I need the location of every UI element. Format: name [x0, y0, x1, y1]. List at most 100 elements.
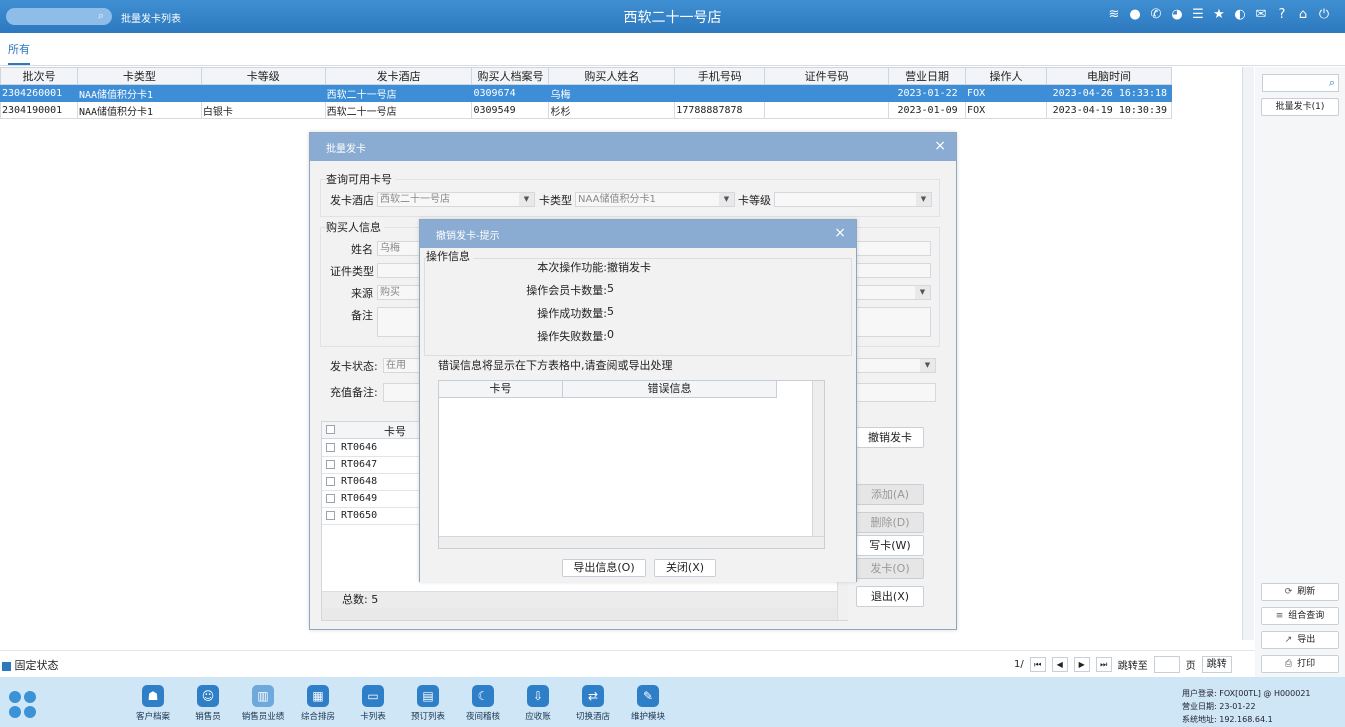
- exit-button[interactable]: 退出(X): [856, 586, 924, 607]
- dock-switch-hotel[interactable]: ⇄ 切换酒店: [565, 685, 621, 722]
- wifi-icon[interactable]: ≋: [1107, 7, 1121, 23]
- checkbox[interactable]: [326, 510, 335, 520]
- checkbox[interactable]: [2, 661, 11, 671]
- col-card-no[interactable]: 卡号: [439, 381, 563, 397]
- chat-icon[interactable]: ●: [1128, 7, 1142, 23]
- next-page-icon[interactable]: ▶: [1073, 657, 1090, 672]
- power-icon[interactable]: ⏻: [1317, 7, 1331, 23]
- export-info-button[interactable]: 导出信息(O): [562, 559, 646, 577]
- close-icon[interactable]: ×: [834, 225, 846, 241]
- close-button[interactable]: 关闭(X): [654, 559, 716, 577]
- chevron-down-icon: ▼: [915, 286, 930, 299]
- list-item[interactable]: RT0650: [322, 508, 422, 525]
- horizontal-scrollbar[interactable]: [439, 536, 824, 548]
- col-pc-time[interactable]: 电脑时间: [1045, 67, 1173, 85]
- col-id-no[interactable]: 证件号码: [764, 67, 890, 85]
- print-button[interactable]: ⎙ 打印: [1261, 655, 1339, 673]
- list-item[interactable]: RT0648: [322, 474, 422, 491]
- list-item[interactable]: RT0646: [322, 440, 422, 457]
- function-label: 本次操作功能:: [537, 261, 607, 274]
- cell: 2304190001: [0, 101, 78, 119]
- col-buyer-profile[interactable]: 购买人档案号: [471, 67, 550, 85]
- recharge-remark-label: 充值备注:: [330, 386, 378, 399]
- card-level-select[interactable]: ▼: [774, 192, 932, 207]
- panel-splitter[interactable]: [1242, 67, 1254, 640]
- dock-room-arrange[interactable]: ▦ 综合排房: [290, 685, 346, 722]
- col-mobile[interactable]: 手机号码: [674, 67, 766, 85]
- dock-sales-performance[interactable]: ▥ 销售员业绩: [235, 685, 291, 722]
- export-button[interactable]: ↗ 导出: [1261, 631, 1339, 649]
- star-icon[interactable]: ★: [1212, 7, 1226, 23]
- app-logo-icon[interactable]: [9, 691, 37, 719]
- search-icon[interactable]: ⌕: [1329, 76, 1335, 90]
- dock-maintenance[interactable]: ✎ 维护模块: [620, 685, 676, 722]
- dock-booking-list[interactable]: ▤ 预订列表: [400, 685, 456, 722]
- list-item[interactable]: RT0647: [322, 457, 422, 474]
- dock-card-list[interactable]: ▭ 卡列表: [345, 685, 401, 722]
- col-error-info[interactable]: 错误信息: [563, 381, 777, 397]
- vertical-scrollbar[interactable]: [812, 381, 824, 536]
- dock-salesperson[interactable]: ☺ 销售员: [180, 685, 236, 722]
- col-operator[interactable]: 操作人: [965, 67, 1047, 85]
- add-button[interactable]: 添加(A): [856, 484, 924, 505]
- fixed-state-toggle[interactable]: 固定状态: [2, 657, 59, 673]
- refresh-button[interactable]: ⟳ 刷新: [1261, 583, 1339, 601]
- col-card-type[interactable]: 卡类型: [76, 67, 202, 85]
- dock-receivable[interactable]: ⇩ 应收账: [510, 685, 566, 722]
- card-type-select[interactable]: NAA储值积分卡1 ▼: [575, 192, 735, 207]
- issue-card-button[interactable]: 发卡(O): [856, 558, 924, 579]
- home-icon[interactable]: ⌂: [1296, 7, 1310, 23]
- prev-page-icon[interactable]: ◀: [1051, 657, 1068, 672]
- checkbox[interactable]: [326, 476, 335, 486]
- jump-to-label: 跳转至: [1117, 661, 1148, 672]
- col-batch-no[interactable]: 批次号: [0, 67, 78, 85]
- moon-icon: ☾: [472, 685, 494, 707]
- phone-icon[interactable]: ✆: [1149, 7, 1163, 23]
- tab-all[interactable]: 所有: [8, 41, 30, 65]
- col-hotel[interactable]: 发卡酒店: [324, 67, 473, 85]
- close-icon[interactable]: ×: [934, 138, 946, 154]
- hotel-select[interactable]: 西软二十一号店 ▼: [377, 192, 535, 207]
- last-page-icon[interactable]: ⏭: [1095, 657, 1112, 672]
- col-biz-date[interactable]: 营业日期: [888, 67, 967, 85]
- cancel-issue-button[interactable]: 撤销发卡: [856, 427, 924, 448]
- checkbox[interactable]: [326, 442, 335, 452]
- col-card-level[interactable]: 卡等级: [200, 67, 326, 85]
- right-search-input[interactable]: ⌕: [1262, 74, 1339, 92]
- batch-issue-button[interactable]: 批量发卡(1): [1261, 98, 1339, 116]
- function-value: 撤销发卡: [607, 261, 651, 274]
- system-address-info: 系统地址: 192.168.64.1: [1182, 715, 1273, 724]
- wrench-icon: ✎: [637, 685, 659, 707]
- dock-label: 预订列表: [410, 712, 445, 722]
- help-icon[interactable]: ?: [1275, 7, 1289, 23]
- dock-night-audit[interactable]: ☾ 夜间稽核: [455, 685, 511, 722]
- first-page-icon[interactable]: ⏮: [1029, 657, 1046, 672]
- dock-customer-profile[interactable]: ☗ 客户档案: [125, 685, 181, 722]
- table-row[interactable]: 2304260001 NAA储值积分卡1 西软二十一号店 0309674 乌梅 …: [0, 84, 1173, 102]
- contrast-icon[interactable]: ◐: [1233, 7, 1247, 23]
- page-number-input[interactable]: [1153, 656, 1180, 673]
- status-label: 发卡状态:: [330, 360, 378, 373]
- menu-icon[interactable]: ☰: [1191, 7, 1205, 23]
- chevron-down-icon: ▼: [920, 359, 935, 372]
- combo-query-button[interactable]: ≡ 组合查询: [1261, 607, 1339, 625]
- horizontal-scrollbar[interactable]: [322, 608, 837, 620]
- pager: 1/ ⏮ ◀ ▶ ⏭ 跳转至 页 跳转: [1014, 656, 1232, 673]
- list-item[interactable]: RT0649: [322, 491, 422, 508]
- palette-icon[interactable]: ◕: [1170, 7, 1184, 23]
- chevron-down-icon: ▼: [519, 193, 534, 206]
- checkbox[interactable]: [326, 493, 335, 503]
- mail-icon[interactable]: ✉: [1254, 7, 1268, 23]
- col-buyer-name[interactable]: 购买人姓名: [548, 67, 676, 85]
- card-number: RT0646: [341, 442, 378, 453]
- cell: [764, 84, 890, 102]
- select-all-checkbox[interactable]: [326, 425, 335, 434]
- checkbox[interactable]: [326, 459, 335, 469]
- printer-icon: ⎙: [1284, 659, 1293, 669]
- card-type-label: 卡类型: [539, 194, 572, 207]
- write-card-button[interactable]: 写卡(W): [856, 535, 924, 556]
- jump-button[interactable]: 跳转: [1201, 656, 1232, 673]
- delete-button[interactable]: 删除(D): [856, 512, 924, 533]
- table-row[interactable]: 2304190001 NAA储值积分卡1 白银卡 西软二十一号店 0309549…: [0, 101, 1173, 119]
- cell: NAA储值积分卡1: [76, 101, 202, 119]
